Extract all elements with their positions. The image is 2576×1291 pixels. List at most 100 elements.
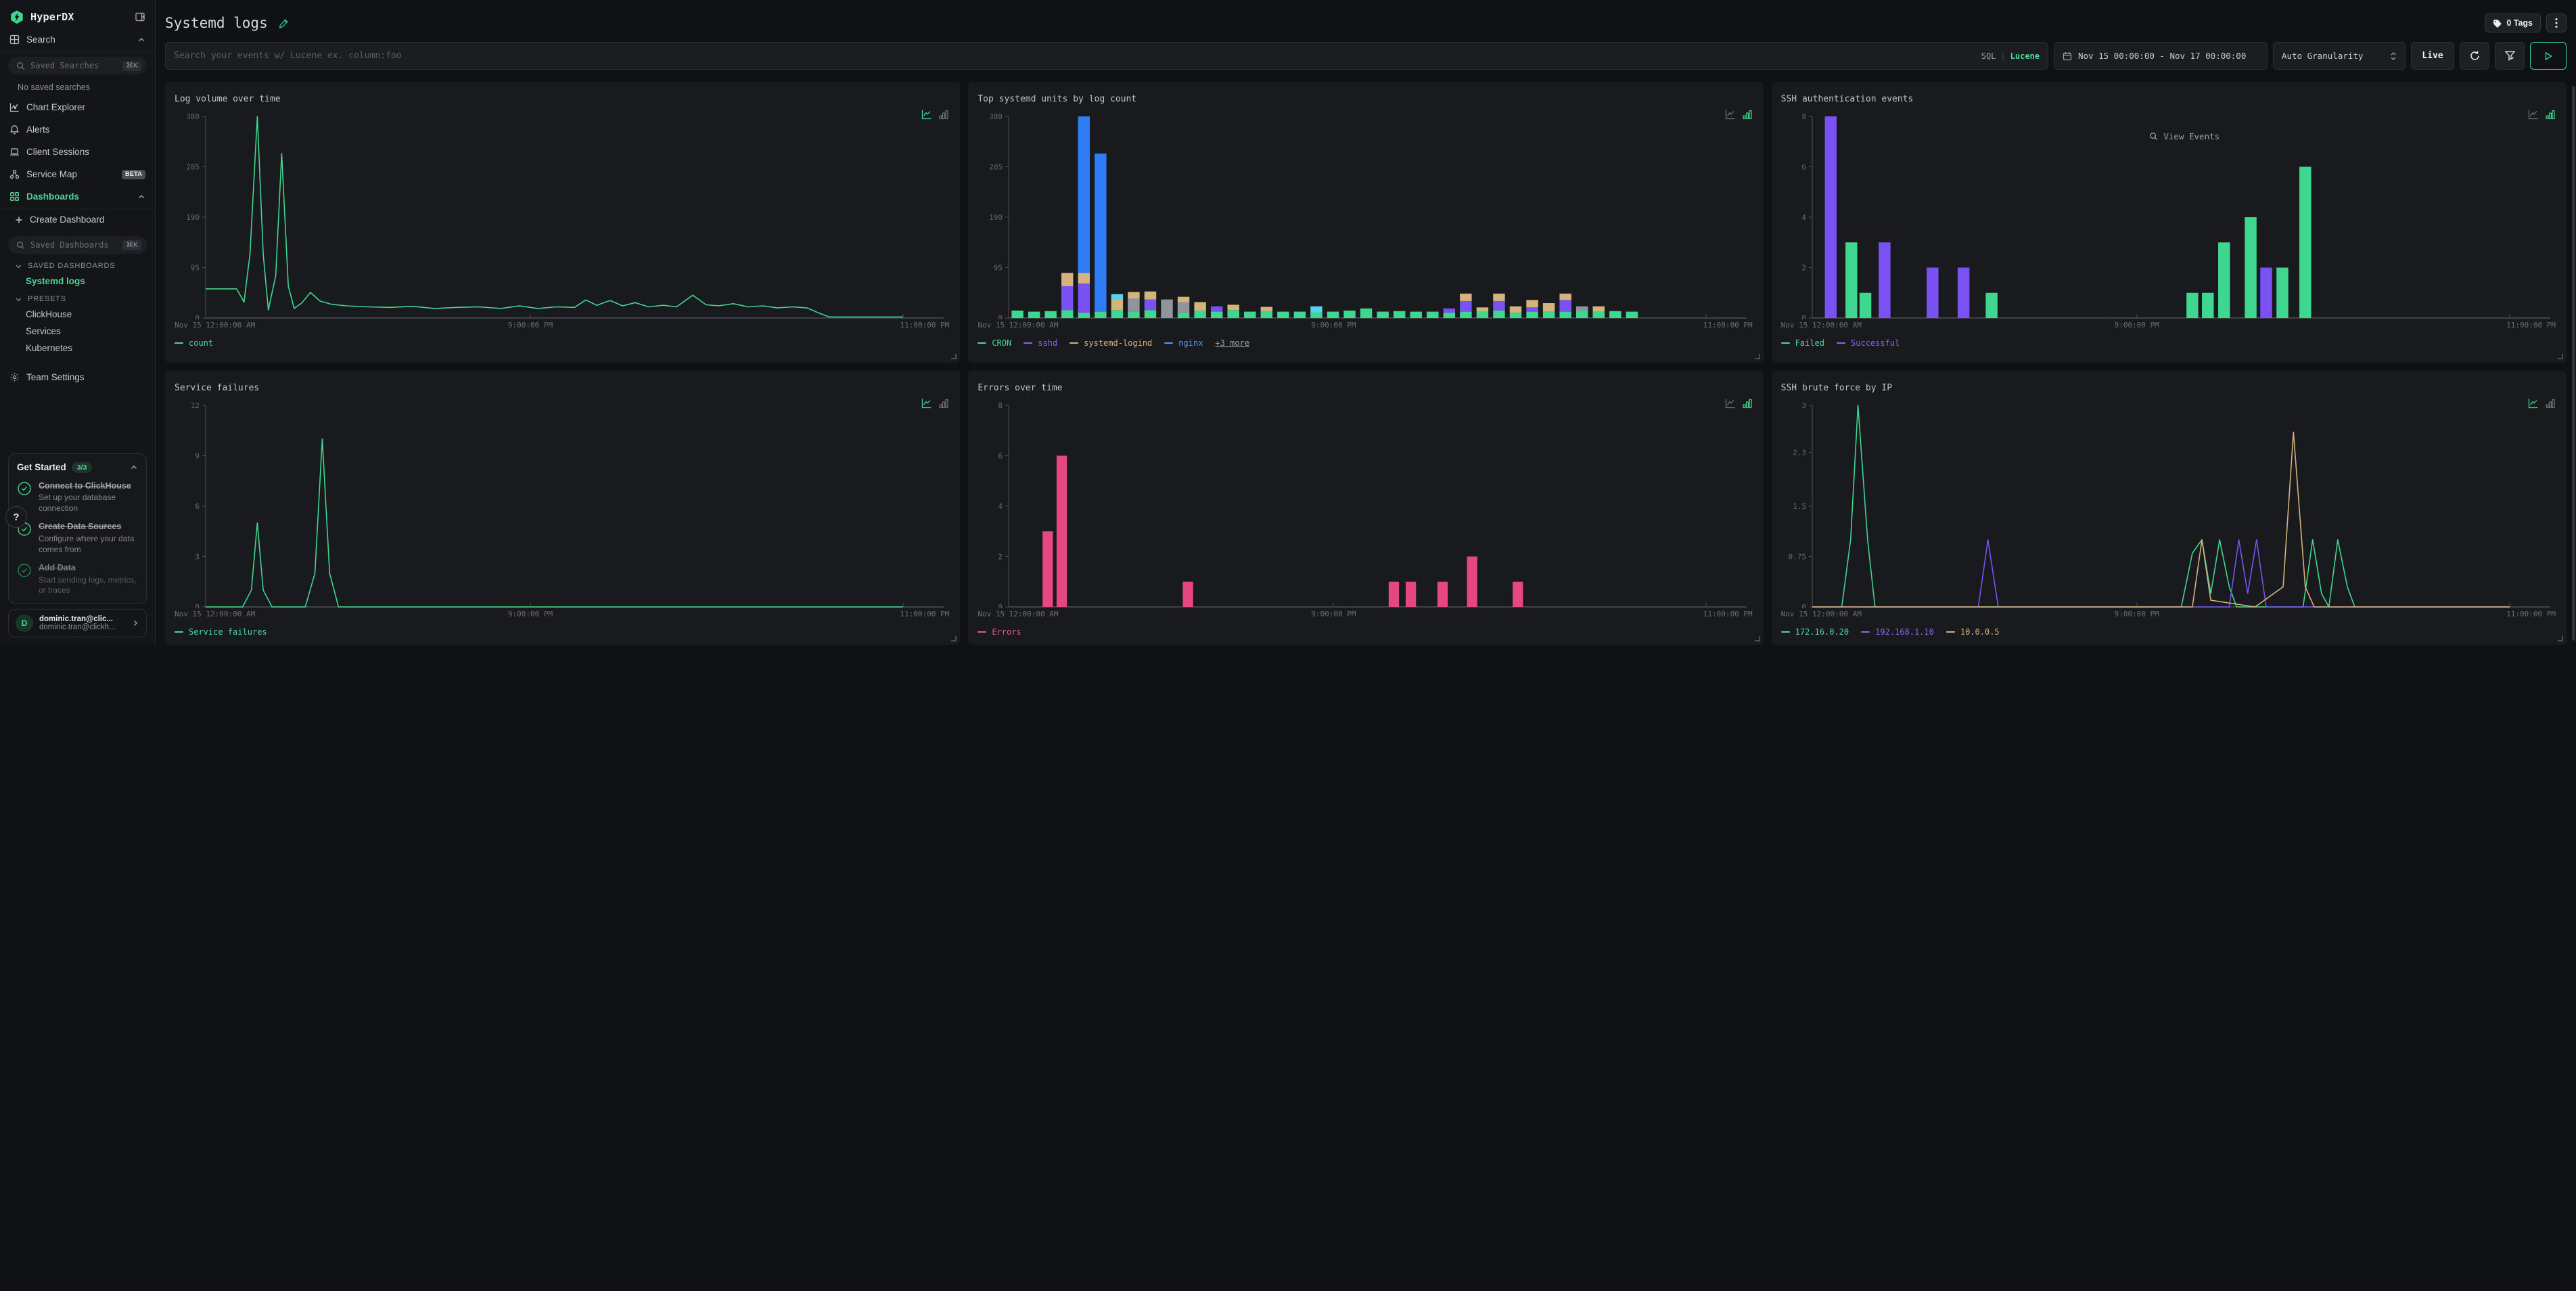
sidebar-item-search[interactable]: Search <box>0 28 155 51</box>
legend-item[interactable]: count <box>175 338 213 348</box>
line-chart-toggle-icon[interactable] <box>921 398 932 409</box>
legend-item[interactable]: Failed <box>1781 338 1824 348</box>
chevron-up-icon[interactable] <box>130 463 138 472</box>
svg-text:0: 0 <box>1801 603 1806 608</box>
sidebar-preset-services[interactable]: Services <box>0 323 155 340</box>
legend-item[interactable]: 192.168.1.10 <box>1861 627 1934 637</box>
legend-item[interactable]: 172.16.0.20 <box>1781 627 1849 637</box>
get-started-step[interactable]: Connect to ClickHouse Set up your databa… <box>17 481 138 514</box>
sidebar-item-service-map[interactable]: Service Map BETA <box>0 163 155 185</box>
get-started-step[interactable]: Add Data Start sending logs, metrics, or… <box>17 563 138 596</box>
line-chart-toggle-icon[interactable] <box>1725 109 1736 120</box>
legend-item[interactable]: Errors <box>978 627 1021 637</box>
sql-toggle[interactable]: SQL <box>1981 51 1996 61</box>
legend-item[interactable]: systemd-logind <box>1070 338 1152 348</box>
sidebar-item-dashboards[interactable]: Dashboards <box>0 185 155 208</box>
legend-more-link[interactable]: +3 more <box>1215 338 1249 348</box>
resize-handle[interactable] <box>951 354 957 359</box>
resize-handle[interactable] <box>2558 354 2563 359</box>
saved-dashboards-input[interactable]: Saved Dashboards ⌘K <box>8 236 147 254</box>
resize-handle[interactable] <box>2558 636 2563 641</box>
no-saved-searches-note: No saved searches <box>0 77 155 96</box>
date-range-picker[interactable]: Nov 15 00:00:00 - Nov 17 00:00:00 <box>2054 42 2268 70</box>
bar-chart-toggle-icon[interactable] <box>938 109 949 120</box>
legend-item[interactable]: Successful <box>1837 338 1900 348</box>
resize-handle[interactable] <box>1755 636 1760 641</box>
chart-plot[interactable]: View Events 86420 <box>1781 110 2557 319</box>
lucene-toggle[interactable]: Lucene <box>2010 51 2040 61</box>
step-title: Add Data <box>39 563 138 574</box>
line-chart-toggle-icon[interactable] <box>2528 109 2539 120</box>
svg-text:0: 0 <box>1801 314 1806 319</box>
refresh-button[interactable] <box>2460 42 2489 70</box>
section-saved-dashboards[interactable]: SAVED DASHBOARDS <box>0 256 155 273</box>
bar-chart-toggle-icon[interactable] <box>938 398 949 409</box>
legend-swatch <box>1946 631 1955 633</box>
x-axis-label: 9:00:00 PM <box>508 321 553 330</box>
line-chart-toggle-icon[interactable] <box>1725 398 1736 409</box>
vertical-scrollbar[interactable] <box>2572 86 2575 641</box>
chart-plot[interactable]: 32.31.50.750 <box>1781 399 2557 608</box>
legend-item[interactable]: sshd <box>1024 338 1057 348</box>
chart-plot[interactable]: 380285190950 <box>175 110 950 319</box>
legend-label: systemd-logind <box>1084 338 1152 348</box>
event-search-input[interactable]: Search your events w/ Lucene ex. column:… <box>165 42 2048 70</box>
filters-button[interactable] <box>2495 42 2525 70</box>
dashboard-menu-button[interactable] <box>2546 14 2567 32</box>
sidebar-collapse-icon[interactable] <box>135 12 145 22</box>
svg-text:380: 380 <box>989 112 1003 121</box>
x-axis-labels: Nov 15 12:00:00 AM9:00:00 PM11:00:00 PM <box>1781 610 2557 620</box>
live-button[interactable]: Live <box>2411 42 2454 70</box>
x-axis-label: 11:00:00 PM <box>1703 321 1753 330</box>
view-events-button[interactable]: View Events <box>2149 131 2220 141</box>
line-chart-toggle-icon[interactable] <box>2528 398 2539 409</box>
legend-label: Errors <box>992 627 1021 637</box>
tags-button[interactable]: 0 Tags <box>2485 14 2541 32</box>
chart-svg: 380285190950 <box>978 110 1753 319</box>
chart-plot[interactable]: 380285190950 <box>978 110 1753 319</box>
run-query-button[interactable] <box>2530 42 2567 70</box>
search-icon <box>16 62 25 70</box>
legend-item[interactable]: Service failures <box>175 627 267 637</box>
saved-searches-input[interactable]: Saved Searches ⌘K <box>8 57 147 74</box>
line-chart-toggle-icon[interactable] <box>921 109 932 120</box>
legend-item[interactable]: nginx <box>1164 338 1203 348</box>
sidebar-preset-clickhouse[interactable]: ClickHouse <box>0 306 155 323</box>
x-axis-label: Nov 15 12:00:00 AM <box>978 321 1058 330</box>
chart-plot[interactable]: 129630 <box>175 399 950 608</box>
step-desc: Start sending logs, metrics, or traces <box>39 575 138 596</box>
bar-chart-toggle-icon[interactable] <box>1742 398 1753 409</box>
svg-text:3: 3 <box>195 553 200 562</box>
legend-item[interactable]: 10.0.0.5 <box>1946 627 2000 637</box>
x-axis-label: 9:00:00 PM <box>2115 321 2159 330</box>
sidebar-dashboard-systemd-logs[interactable]: Systemd logs <box>0 273 155 290</box>
create-dashboard-button[interactable]: Create Dashboard <box>0 208 155 231</box>
laptop-icon <box>9 147 20 157</box>
get-started-step[interactable]: Create Data Sources Configure where your… <box>17 522 138 555</box>
user-menu[interactable]: D dominic.tran@clic... dominic.tran@clic… <box>8 609 147 637</box>
sidebar-item-alerts[interactable]: Alerts <box>0 118 155 141</box>
bar-chart-toggle-icon[interactable] <box>2545 398 2556 409</box>
sidebar-preset-kubernetes[interactable]: Kubernetes <box>0 340 155 357</box>
help-button[interactable]: ? <box>5 506 27 528</box>
bar-chart-toggle-icon[interactable] <box>2545 109 2556 120</box>
panel-title: Service failures <box>175 383 950 393</box>
legend-item[interactable]: CRON <box>978 338 1011 348</box>
panel-title: SSH authentication events <box>1781 94 2557 104</box>
resize-handle[interactable] <box>951 636 957 641</box>
granularity-select[interactable]: Auto Granularity <box>2273 42 2406 70</box>
sidebar-item-chart-explorer[interactable]: Chart Explorer <box>0 96 155 118</box>
svg-text:8: 8 <box>1801 112 1806 121</box>
section-presets[interactable]: PRESETS <box>0 290 155 306</box>
step-desc: Set up your database connection <box>39 493 138 514</box>
chart-plot[interactable]: 86420 <box>978 399 1753 608</box>
chart-svg: 129630 <box>175 399 950 608</box>
bar-chart-toggle-icon[interactable] <box>1742 109 1753 120</box>
edit-title-icon[interactable] <box>279 18 289 28</box>
legend-swatch <box>978 342 986 344</box>
saved-searches-placeholder: Saved Searches <box>30 61 117 70</box>
dashboard-grid: Log volume over time 380285190950 Nov 15… <box>165 82 2567 645</box>
sidebar-item-team-settings[interactable]: Team Settings <box>0 366 155 388</box>
resize-handle[interactable] <box>1755 354 1760 359</box>
sidebar-item-client-sessions[interactable]: Client Sessions <box>0 141 155 163</box>
